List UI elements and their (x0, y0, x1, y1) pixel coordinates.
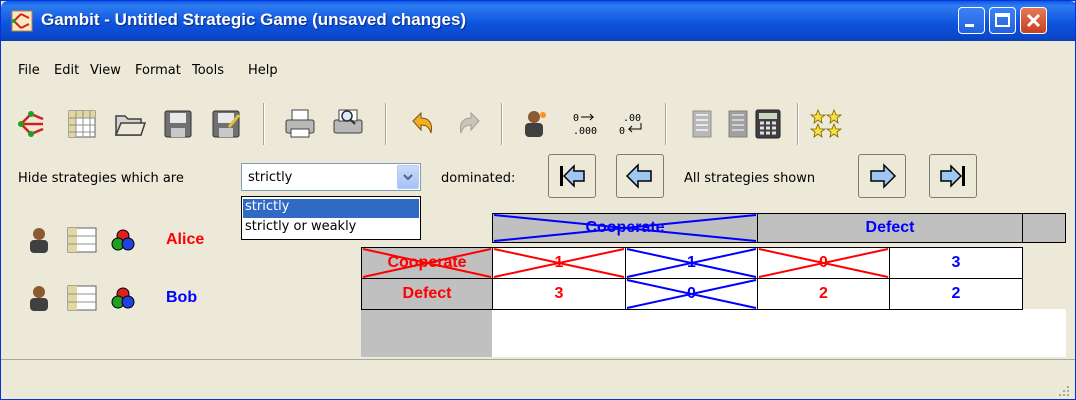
print-preview-icon[interactable] (331, 107, 365, 141)
svg-text:.000: .000 (573, 126, 597, 137)
redo-icon[interactable] (453, 107, 487, 141)
toolbar-separator (665, 103, 667, 145)
col-header-defect[interactable]: Defect (757, 213, 1023, 243)
skip-to-first-icon (560, 164, 585, 188)
minimize-button[interactable] (958, 7, 985, 34)
skip-to-last-icon (940, 164, 965, 188)
open-folder-icon[interactable] (113, 107, 147, 141)
dominance-grey-icon[interactable] (721, 107, 755, 141)
menu-edit[interactable]: Edit (54, 63, 79, 78)
table-empty-area (492, 309, 1066, 357)
player-row-alice: Alice (1, 223, 341, 257)
decrease-decimals-icon[interactable]: .00 0 (615, 107, 649, 141)
save-disk-icon[interactable] (161, 107, 195, 141)
menu-help[interactable]: Help (248, 63, 278, 78)
equilibrium-stars-icon[interactable] (809, 107, 843, 141)
previous-step-button[interactable] (616, 154, 664, 198)
player-color-icon[interactable] (111, 287, 135, 309)
next-step-button[interactable] (858, 154, 906, 198)
close-icon (1026, 13, 1041, 28)
arrow-left-icon (625, 163, 652, 189)
gambit-app-icon (11, 10, 33, 32)
toolbar-separator (385, 103, 387, 145)
menu-bar: File Edit View Format Tools Help (1, 59, 1075, 87)
dominance-type-select[interactable]: strictly (241, 163, 421, 191)
menu-tools[interactable]: Tools (192, 63, 224, 78)
calculator-icon[interactable] (751, 107, 785, 141)
toolbar-separator (797, 103, 799, 145)
option-strictly[interactable]: strictly (243, 199, 419, 218)
payoff-alice-dd[interactable]: 2 (757, 278, 890, 310)
maximize-button[interactable] (989, 7, 1016, 34)
row-header-defect[interactable]: Defect (361, 278, 493, 310)
strategy-list-icon[interactable] (67, 285, 97, 311)
row-header-cooperate[interactable]: Cooperate (361, 247, 493, 279)
strategy-list-icon[interactable] (67, 227, 97, 253)
menu-file[interactable]: File (18, 63, 40, 78)
status-bar (1, 359, 1075, 399)
svg-text:.00: .00 (623, 113, 641, 124)
arrow-right-icon (870, 163, 897, 189)
payoff-alice-dc[interactable]: 3 (492, 278, 626, 310)
maximize-icon (995, 13, 1010, 27)
strategies-shown-status: All strategies shown (684, 171, 816, 186)
toolbar-separator (501, 103, 503, 145)
last-step-button[interactable] (929, 154, 977, 198)
player-name-alice[interactable]: Alice (166, 231, 204, 249)
payoff-alice-cd[interactable]: 0 (757, 247, 890, 279)
payoff-alice-cc[interactable]: 1 (492, 247, 626, 279)
svg-text:0: 0 (619, 126, 625, 137)
payoff-bob-dd[interactable]: 2 (889, 278, 1023, 310)
app-window: Gambit - Untitled Strategic Game (unsave… (0, 0, 1076, 400)
close-button[interactable] (1020, 7, 1047, 34)
payoff-bob-cc[interactable]: 1 (625, 247, 758, 279)
gambit-logo-icon[interactable] (15, 107, 49, 141)
menu-format[interactable]: Format (135, 63, 181, 78)
minimize-icon (965, 24, 974, 27)
undo-icon[interactable] (405, 107, 439, 141)
resize-grip-icon[interactable] (1057, 384, 1071, 398)
payoff-bob-cd[interactable]: 3 (889, 247, 1023, 279)
player-color-icon[interactable] (111, 229, 135, 251)
menu-view[interactable]: View (90, 63, 121, 78)
new-table-icon[interactable] (65, 107, 99, 141)
player-row-bob: Bob (1, 281, 341, 315)
toolbar-separator (263, 103, 265, 145)
hide-strategies-label: Hide strategies which are (18, 171, 184, 186)
dropdown-button[interactable] (397, 165, 419, 189)
dominance-icon[interactable] (685, 107, 719, 141)
print-icon[interactable] (283, 107, 317, 141)
payoff-bob-dc[interactable]: 0 (625, 278, 758, 310)
increase-decimals-icon[interactable]: 0 .000 (569, 107, 603, 141)
window-title: Gambit - Untitled Strategic Game (unsave… (41, 10, 467, 29)
dominance-type-value: strictly (248, 170, 293, 185)
player-avatar-icon[interactable] (25, 283, 53, 313)
chevron-down-icon (403, 174, 413, 181)
save-as-disk-icon[interactable] (209, 107, 243, 141)
col-header-blank (1022, 213, 1066, 243)
player-avatar-icon[interactable] (25, 225, 53, 255)
add-player-icon[interactable] (517, 107, 551, 141)
player-name-bob[interactable]: Bob (166, 289, 197, 307)
title-bar[interactable]: Gambit - Untitled Strategic Game (unsave… (1, 1, 1075, 41)
svg-text:0: 0 (573, 113, 579, 124)
col-header-cooperate[interactable]: Cooperate (492, 213, 758, 243)
first-step-button[interactable] (548, 154, 596, 198)
dominated-label: dominated: (441, 171, 516, 186)
